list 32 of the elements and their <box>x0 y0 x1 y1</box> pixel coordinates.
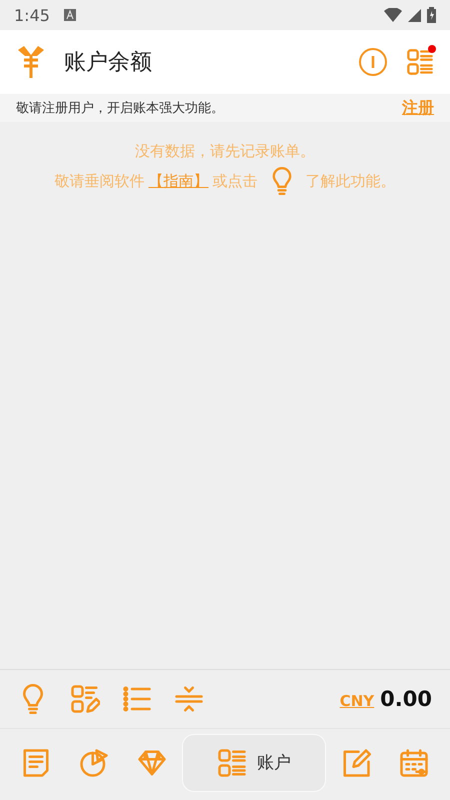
account-grid-icon <box>217 748 247 778</box>
nav-tab[interactable]: 账户 <box>182 734 326 792</box>
pie-chart-icon <box>79 748 109 778</box>
wifi-icon <box>384 8 402 22</box>
tool-button[interactable] <box>174 684 204 714</box>
currency-link[interactable]: CNY <box>340 692 374 710</box>
calendar-icon <box>399 748 429 778</box>
menu-grid-button[interactable] <box>406 48 434 76</box>
balance-amount: 0.00 <box>380 687 432 711</box>
info-button[interactable] <box>358 47 388 77</box>
collapse-icon <box>174 684 204 714</box>
hint-text: 敬请垂阅软件 <box>54 172 144 190</box>
hint-text: 了解此功能。 <box>306 172 396 190</box>
edit-icon <box>341 748 371 778</box>
empty-message: 没有数据，请先记录账单。 <box>135 142 315 161</box>
battery-icon <box>427 7 436 23</box>
tool-button[interactable] <box>70 684 100 714</box>
yuan-logo-icon <box>16 46 46 78</box>
guide-link[interactable]: 【指南】 <box>148 172 208 190</box>
keyboard-icon <box>64 9 76 21</box>
list-edit-icon <box>70 684 100 714</box>
document-icon <box>21 748 51 778</box>
notice-text: 敬请注册用户，开启账本强大功能。 <box>16 100 225 117</box>
hint-text: 或点击 <box>212 172 258 190</box>
register-link[interactable]: 注册 <box>402 98 434 118</box>
tool-button[interactable] <box>122 684 152 714</box>
list-icon <box>122 684 152 714</box>
signal-icon <box>408 8 421 22</box>
diamond-icon <box>137 748 167 778</box>
status-time: 1:45 <box>14 6 50 24</box>
account-grid-icon <box>406 48 434 76</box>
page-title: 账户余额 <box>64 49 153 77</box>
